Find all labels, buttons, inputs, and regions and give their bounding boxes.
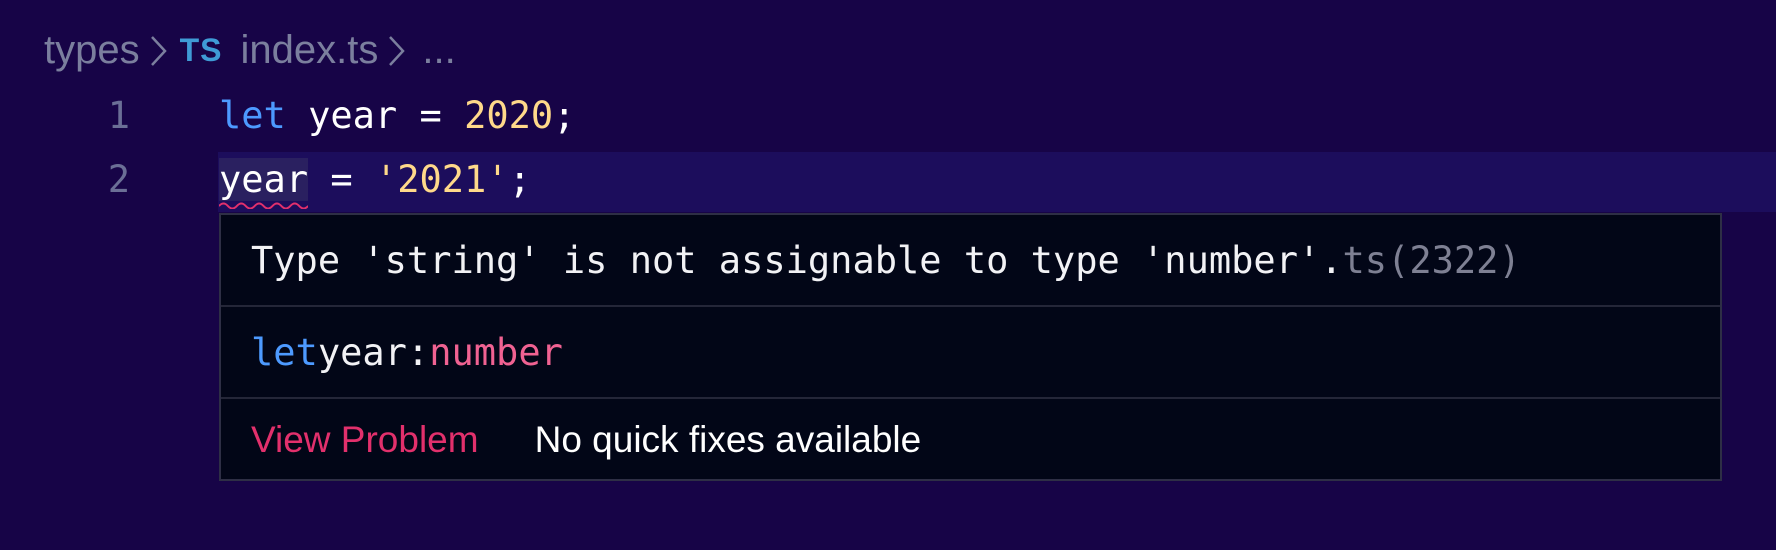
terminator-token: ; <box>508 158 531 201</box>
type-signature-row: let year: number <box>221 307 1720 399</box>
string-literal: '2021' <box>374 158 509 201</box>
error-message-row: Type 'string' is not assignable to type … <box>221 215 1720 307</box>
hover-widget: Type 'string' is not assignable to type … <box>219 213 1722 481</box>
operator-token: = <box>419 94 442 137</box>
error-squiggle-icon <box>219 202 309 209</box>
signature-name: year: <box>317 330 430 374</box>
code-line[interactable]: let year = 2020; <box>219 94 575 137</box>
hover-actions: View Problem No quick fixes available <box>221 399 1720 481</box>
chevron-right-icon <box>378 22 418 78</box>
no-quick-fixes-label: No quick fixes available <box>534 419 922 460</box>
line-number: 1 <box>107 94 130 137</box>
chevron-right-icon <box>140 22 180 78</box>
identifier-token: year <box>308 94 398 137</box>
breadcrumb-folder[interactable]: types <box>44 28 140 73</box>
terminator-token: ; <box>553 94 576 137</box>
view-problem-link[interactable]: View Problem <box>251 419 479 461</box>
signature-type: number <box>429 330 563 374</box>
breadcrumb: types TS index.ts ... <box>44 22 456 78</box>
operator-token: = <box>330 158 353 201</box>
breadcrumb-more[interactable]: ... <box>422 28 455 73</box>
code-line[interactable]: year = '2021'; <box>219 158 531 209</box>
identifier-token: year <box>219 158 309 201</box>
keyword-token: let <box>219 94 286 137</box>
number-literal: 2020 <box>464 94 554 137</box>
error-message: Type 'string' is not assignable to type … <box>251 238 1343 282</box>
line-number: 2 <box>107 158 130 201</box>
signature-keyword: let <box>251 330 318 374</box>
error-identifier[interactable]: year <box>219 158 309 209</box>
breadcrumb-file[interactable]: index.ts <box>241 28 379 73</box>
typescript-file-icon: TS <box>179 31 223 68</box>
error-code: ts(2322) <box>1342 238 1521 282</box>
